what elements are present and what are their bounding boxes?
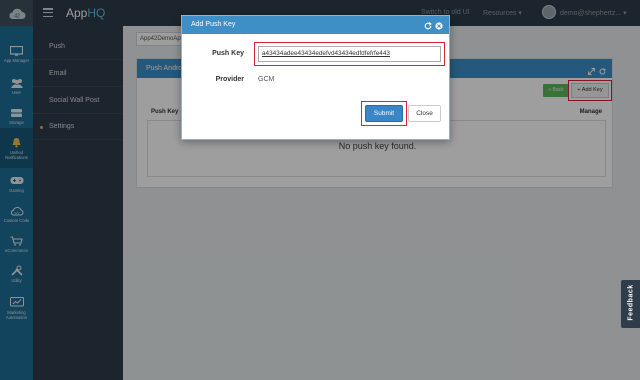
push-key-label: Push Key xyxy=(212,50,244,57)
dialog-header: Add Push Key xyxy=(182,16,449,34)
feedback-label: Feedback xyxy=(627,284,635,321)
dialog-title: Add Push Key xyxy=(191,21,236,28)
provider-label: Provider xyxy=(215,76,244,83)
feedback-tab[interactable]: Feedback xyxy=(621,280,640,328)
close-icon[interactable] xyxy=(435,20,443,38)
refresh-icon[interactable] xyxy=(424,20,432,38)
add-push-key-dialog: Add Push Key Push Key a43434adee43434ede… xyxy=(181,15,450,140)
provider-value: GCM xyxy=(258,76,275,83)
close-button[interactable]: Close xyxy=(408,105,441,122)
highlight-box xyxy=(254,42,445,66)
highlight-box xyxy=(361,101,407,126)
